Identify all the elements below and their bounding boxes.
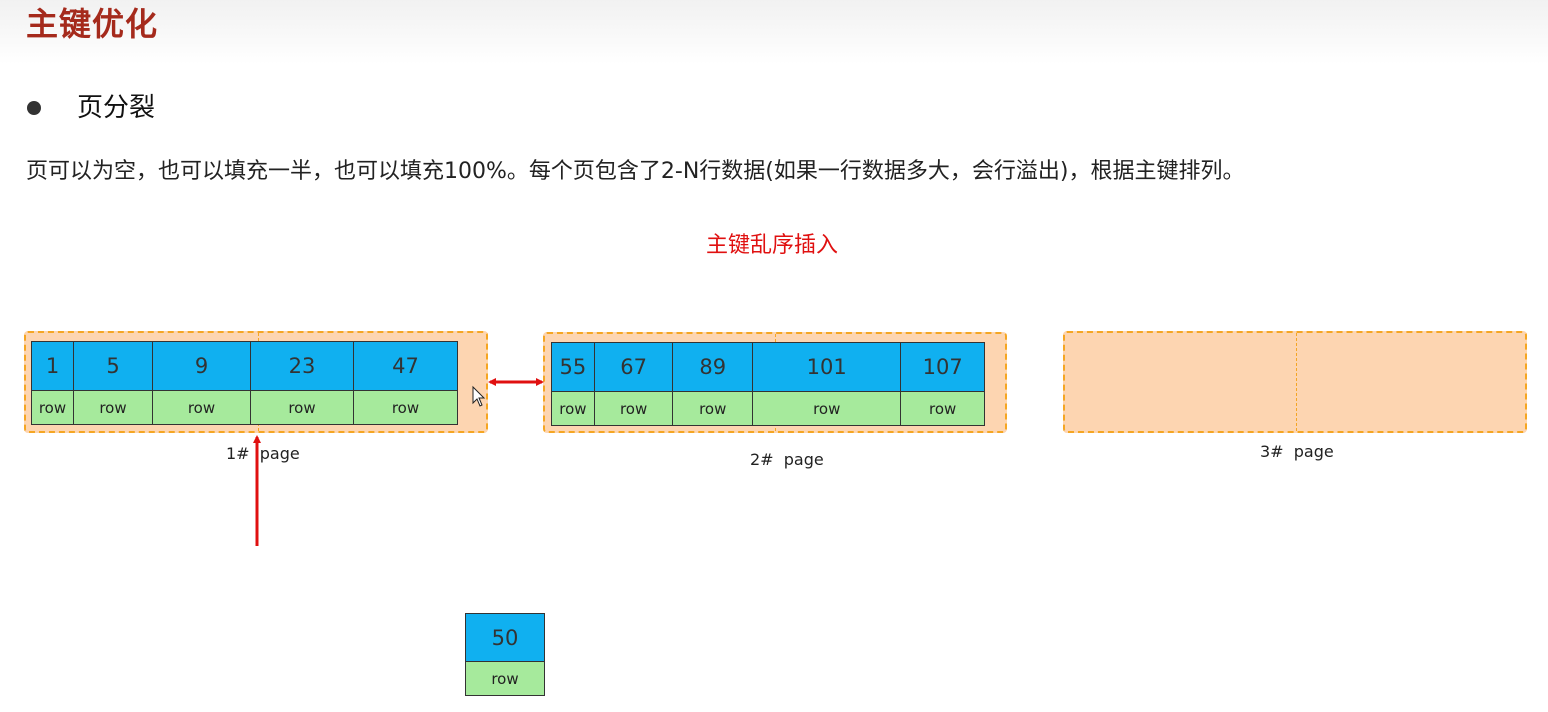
mouse-pointer-icon — [472, 385, 486, 407]
arrows-overlay — [253, 378, 544, 546]
